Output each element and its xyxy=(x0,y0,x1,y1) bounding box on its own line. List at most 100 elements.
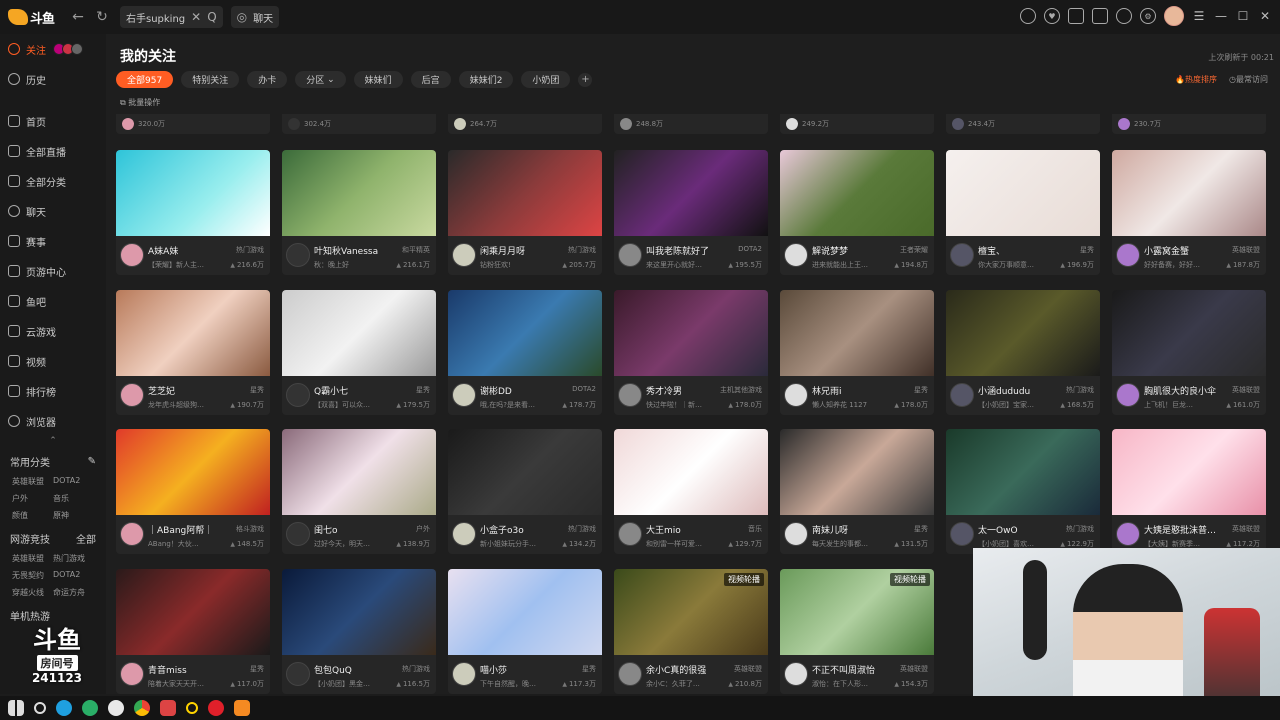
stream-thumbnail[interactable] xyxy=(282,289,436,376)
sidebar-item-webgames[interactable]: 页游中心 xyxy=(0,256,106,286)
room-card-partial[interactable]: 今天我要王者不…249.2万 xyxy=(780,114,934,233)
app-icon[interactable] xyxy=(108,700,124,716)
filter-special[interactable]: 特别关注 xyxy=(181,71,240,88)
avatar[interactable] xyxy=(784,661,808,686)
room-category[interactable]: 热门游戏 xyxy=(1066,385,1094,395)
room-card-partial[interactable]: 我去老家演唱…248.8万 xyxy=(614,114,768,233)
room-category[interactable]: 热门游戏 xyxy=(1066,524,1094,534)
room-card[interactable]: 视频轮播不正不叫周淑怡英雄联盟淑怡：在下人形… 154.3万 xyxy=(780,568,934,694)
streamer-name[interactable]: 喵小莎 xyxy=(480,663,560,676)
category-link[interactable]: 穿越火线 xyxy=(12,587,53,598)
sidebar-item-events[interactable]: 赛事 xyxy=(0,226,106,256)
filter-zone[interactable]: 分区 ⌄ xyxy=(295,71,346,88)
streamer-name[interactable]: ｜ABang阿帮｜ xyxy=(148,523,228,536)
room-card[interactable]: 大姨是憨批沫普…英雄联盟【大姨】新赛季…117.2万 xyxy=(1112,429,1266,554)
stream-thumbnail[interactable] xyxy=(116,150,270,236)
stream-thumbnail[interactable] xyxy=(116,289,270,376)
sort-recent[interactable]: ◷最常访问 xyxy=(1229,74,1268,85)
room-card[interactable]: 南妹儿呀 星秀每天发生的事都… 131.5万 xyxy=(780,429,934,554)
category-link[interactable]: 英雄联盟 xyxy=(12,553,53,564)
room-card[interactable]: 大王mio 音乐和别雷一样可爱… 129.7万 xyxy=(614,429,768,554)
category-link[interactable]: 音乐 xyxy=(53,493,94,504)
avatar[interactable] xyxy=(950,382,974,407)
room-category[interactable]: 星秀 xyxy=(416,385,430,395)
message-icon[interactable] xyxy=(1092,8,1108,24)
room-card[interactable]: 包包QuQ 热门游戏【小奶团】黑金… 116.5万 xyxy=(282,568,436,694)
streamer-name[interactable]: A妹A妹 xyxy=(148,244,228,257)
minimize-icon[interactable]: — xyxy=(1214,9,1228,23)
avatar[interactable] xyxy=(950,522,974,546)
room-card[interactable]: ｜ABang阿帮｜ 格斗游戏 ABang！大伙… 148.5万 xyxy=(116,429,270,554)
streamer-name[interactable]: 小盒子o3o xyxy=(480,523,560,536)
room-category[interactable]: 热门游戏 xyxy=(402,664,430,674)
streamer-name[interactable]: 包包QuQ xyxy=(314,663,394,676)
category-link[interactable]: DOTA2 xyxy=(53,476,94,487)
stream-thumbnail[interactable] xyxy=(780,429,934,515)
search-icon[interactable] xyxy=(34,702,46,714)
room-category[interactable]: 格斗游戏 xyxy=(236,524,264,534)
avatar[interactable] xyxy=(120,243,144,267)
category-link[interactable]: 命运方舟 xyxy=(53,587,94,598)
batch-operation[interactable]: ⧉ 批量操作 xyxy=(120,97,160,108)
sidebar-item-cloudgame[interactable]: 云游戏 xyxy=(0,316,106,346)
filter-all[interactable]: 全部957 xyxy=(116,71,174,88)
room-card[interactable]: 谢彬DD DOTA2 哦,在吗?是来看… 178.7万 xyxy=(448,289,602,415)
sidebar-item-home[interactable]: 首页 xyxy=(0,106,106,136)
avatar[interactable] xyxy=(452,243,476,267)
close-window-icon[interactable]: ✕ xyxy=(1258,9,1272,23)
room-category[interactable]: 热门游戏 xyxy=(568,245,596,255)
room-category[interactable]: 星秀 xyxy=(914,385,928,395)
calendar-icon[interactable] xyxy=(1068,8,1084,24)
filter-sisters[interactable]: 妹妹们 xyxy=(353,71,403,88)
room-card[interactable]: 芝芝妃 星秀龙年虎斗超级狗… 190.7万 xyxy=(116,289,270,415)
sidebar-item-ranking[interactable]: 排行榜 xyxy=(0,376,106,406)
clock-icon[interactable] xyxy=(1020,8,1036,24)
stream-thumbnail[interactable] xyxy=(448,289,602,376)
avatar[interactable] xyxy=(286,382,310,407)
streamer-name[interactable]: 林兄雨i xyxy=(812,384,892,397)
room-category[interactable]: 主机其他游戏 xyxy=(720,385,762,395)
filter-card[interactable]: 办卡 xyxy=(247,71,288,88)
room-card[interactable]: 小露窝金蟹英雄联盟好好备赛，好好… 187.8万 xyxy=(1112,150,1266,275)
avatar[interactable] xyxy=(618,243,642,267)
refresh-icon[interactable]: ↻ xyxy=(92,7,112,27)
avatar[interactable] xyxy=(452,661,476,686)
wechat-icon[interactable] xyxy=(82,700,98,716)
skin-icon[interactable] xyxy=(1116,8,1132,24)
room-card[interactable]: 叶知秋Vanessa 和平精英秋：晚上好 216.1万 xyxy=(282,150,436,275)
stream-thumbnail[interactable] xyxy=(614,289,768,376)
back-icon[interactable]: ← xyxy=(68,7,88,27)
room-card[interactable]: 檀宝、 星秀你大家万事顺意… 196.9万 xyxy=(946,150,1100,275)
avatar[interactable] xyxy=(1116,522,1140,546)
room-card-partial[interactable]: 包包代播~~264.7万 xyxy=(448,114,602,233)
room-category[interactable]: 英雄联盟 xyxy=(734,664,762,674)
avatar[interactable] xyxy=(784,522,808,546)
streamer-name[interactable]: 胸肌很大的良小伞 xyxy=(1144,384,1224,397)
stream-thumbnail[interactable] xyxy=(1112,150,1266,236)
room-category[interactable]: 星秀 xyxy=(250,664,264,674)
stream-thumbnail[interactable] xyxy=(116,568,270,655)
room-category[interactable]: 星秀 xyxy=(582,664,596,674)
room-card-partial[interactable]: 【小奶团】反转…243.4万 xyxy=(946,114,1100,233)
room-category[interactable]: 星秀 xyxy=(250,385,264,395)
sidebar-item-fishbar[interactable]: 鱼吧 xyxy=(0,286,106,316)
streamer-name[interactable]: 余小C真的很强 xyxy=(646,663,726,676)
stream-thumbnail[interactable] xyxy=(614,429,768,515)
streamer-name[interactable]: 小露窝金蟹 xyxy=(1144,244,1224,257)
add-group-icon[interactable]: + xyxy=(578,72,593,87)
room-card[interactable]: 青音miss 星秀陪着大家天天开… 117.0万 xyxy=(116,568,270,694)
stream-thumbnail[interactable] xyxy=(448,150,602,236)
avatar[interactable] xyxy=(286,243,310,267)
room-card[interactable]: 喵小莎 星秀下午自然醒，晚… 117.3万 xyxy=(448,568,602,694)
streamer-name[interactable]: 谢彬DD xyxy=(480,384,560,397)
stream-thumbnail[interactable] xyxy=(946,150,1100,236)
stream-thumbnail[interactable] xyxy=(1112,289,1266,376)
room-card-partial[interactable]: 【✗·✗】黑白…302.4万 xyxy=(282,114,436,233)
sort-hot[interactable]: 🔥热度排序 xyxy=(1175,74,1217,85)
stream-thumbnail[interactable] xyxy=(448,429,602,515)
room-category[interactable]: DOTA2 xyxy=(572,385,596,393)
streamer-name[interactable]: 不正不叫周淑怡 xyxy=(812,663,892,676)
room-card[interactable]: 闺七o 户外过好今天，明天… 138.9万 xyxy=(282,429,436,554)
chevron-up-icon[interactable]: ⌃ xyxy=(0,436,106,450)
app-icon[interactable] xyxy=(186,702,198,714)
